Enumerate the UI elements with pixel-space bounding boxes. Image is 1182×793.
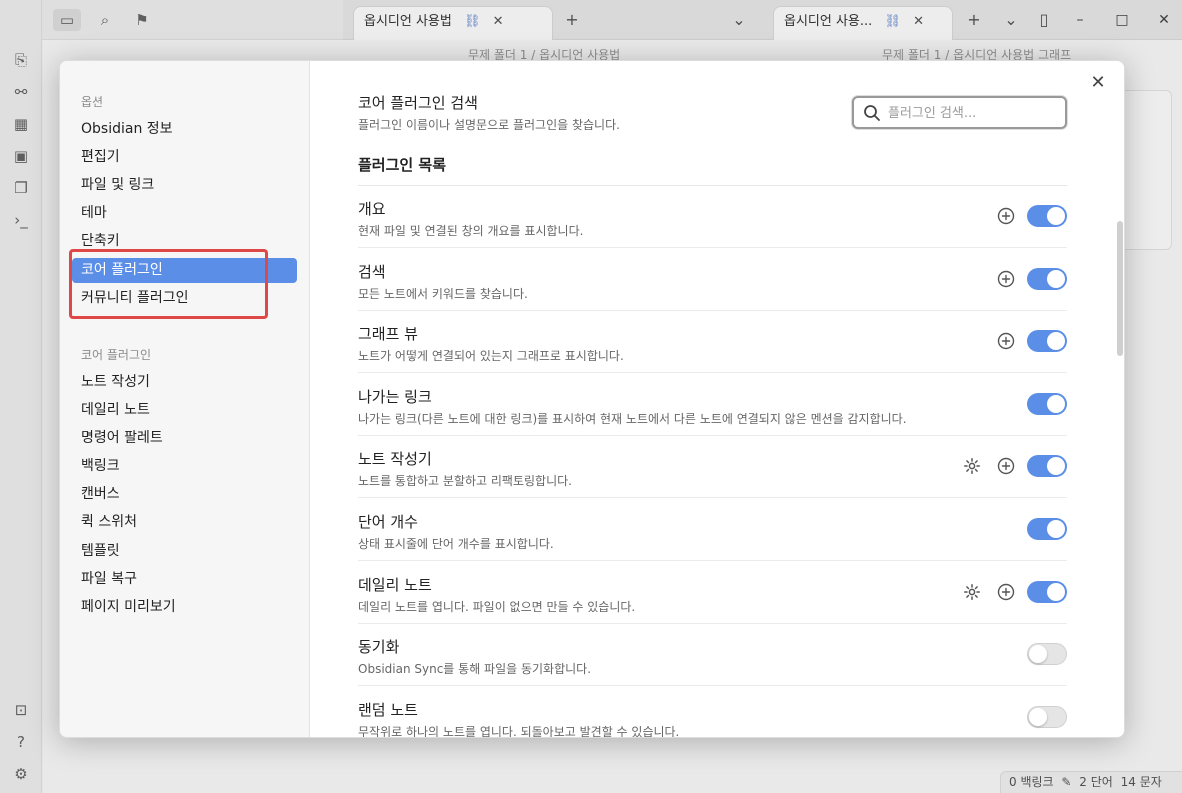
plugin-description: 현재 파일 및 연결된 창의 개요를 표시합니다. <box>358 224 584 238</box>
plugin-description: 노트가 어떻게 연결되어 있는지 그래프로 표시합니다. <box>358 349 624 363</box>
plugin-description: 상태 표시줄에 단어 개수를 표시합니다. <box>358 537 554 551</box>
sidebar-item-note-composer[interactable]: 노트 작성기 <box>72 370 297 395</box>
gear-icon[interactable] <box>963 583 981 601</box>
plugin-name: 개요 <box>358 200 386 218</box>
sidebar-item-about[interactable]: Obsidian 정보 <box>72 117 297 142</box>
plugin-name: 단어 개수 <box>358 513 418 531</box>
sidebar-item-appearance[interactable]: 테마 <box>72 201 297 226</box>
plugin-name: 그래프 뷰 <box>358 325 418 343</box>
plugin-row: 데일리 노트데일리 노트를 엽니다. 파일이 없으면 만들 수 있습니다. <box>358 562 1067 624</box>
plugin-toggle[interactable] <box>1027 393 1067 415</box>
plugin-toggle[interactable] <box>1027 518 1067 540</box>
plugin-toggle[interactable] <box>1027 643 1067 665</box>
plugin-search-input[interactable] <box>888 102 1058 124</box>
plugin-toggle[interactable] <box>1027 268 1067 290</box>
search-title: 코어 플러그인 검색 <box>358 94 478 112</box>
plus-circle-icon[interactable] <box>997 457 1015 475</box>
sidebar-item-page-preview[interactable]: 페이지 미리보기 <box>72 595 297 620</box>
plugin-row: 단어 개수상태 표시줄에 단어 개수를 표시합니다. <box>358 499 1067 561</box>
plus-circle-icon[interactable] <box>997 583 1015 601</box>
gear-icon[interactable] <box>963 457 981 475</box>
scrollbar[interactable] <box>1117 221 1123 356</box>
plugin-description: Obsidian Sync를 통해 파일을 동기화합니다. <box>358 662 592 676</box>
section-heading-core-plugins: 코어 플러그인 <box>81 348 152 362</box>
plus-circle-icon[interactable] <box>997 332 1015 350</box>
sidebar-item-backlinks[interactable]: 백링크 <box>72 454 297 479</box>
plugin-row: 개요현재 파일 및 연결된 창의 개요를 표시합니다. <box>358 186 1067 248</box>
sidebar-item-editor[interactable]: 편집기 <box>72 145 297 170</box>
search-description: 플러그인 이름이나 설명문으로 플러그인을 찾습니다. <box>358 118 620 132</box>
plugin-toggle[interactable] <box>1027 205 1067 227</box>
plugin-row: 그래프 뷰노트가 어떻게 연결되어 있는지 그래프로 표시합니다. <box>358 311 1067 373</box>
plugin-toggle[interactable] <box>1027 455 1067 477</box>
plugin-toggle[interactable] <box>1027 706 1067 728</box>
sidebar-item-templates[interactable]: 템플릿 <box>72 539 297 564</box>
plugin-row: 나가는 링크나가는 링크(다른 노트에 대한 링크)를 표시하여 현재 노트에서… <box>358 374 1067 436</box>
plugin-row: 동기화 Obsidian Sync를 통해 파일을 동기화합니다. <box>358 624 1067 686</box>
annotation-highlight-box <box>69 249 268 319</box>
plus-circle-icon[interactable] <box>997 207 1015 225</box>
plugin-search-box[interactable] <box>852 96 1067 129</box>
section-heading-options: 옵션 <box>81 95 104 109</box>
sidebar-item-file-recovery[interactable]: 파일 복구 <box>72 567 297 592</box>
close-icon[interactable]: ✕ <box>1086 71 1110 95</box>
plugin-name: 나가는 링크 <box>358 388 432 406</box>
plugin-toggle[interactable] <box>1027 581 1067 603</box>
sidebar-item-command-palette[interactable]: 명령어 팔레트 <box>72 426 297 451</box>
plugin-row: 노트 작성기노트를 통합하고 분할하고 리팩토링합니다. <box>358 436 1067 498</box>
plugin-list-heading: 플러그인 목록 <box>358 156 447 174</box>
plugin-row: 랜덤 노트무작위로 하나의 노트를 엽니다. 되돌아보고 발견할 수 있습니다. <box>358 687 1067 738</box>
sidebar-item-daily-notes[interactable]: 데일리 노트 <box>72 398 297 423</box>
settings-content: 코어 플러그인 검색 플러그인 이름이나 설명문으로 플러그인을 찾습니다. 플… <box>310 61 1124 738</box>
search-icon <box>864 105 880 121</box>
plugin-description: 모든 노트에서 키워드를 찾습니다. <box>358 287 528 301</box>
sidebar-item-quick-switcher[interactable]: 퀵 스위처 <box>72 510 297 535</box>
plugin-row: 검색모든 노트에서 키워드를 찾습니다. <box>358 249 1067 311</box>
sidebar-item-canvas[interactable]: 캔버스 <box>72 482 297 507</box>
plugin-name: 동기화 <box>358 638 400 656</box>
plugin-name: 랜덤 노트 <box>358 701 418 719</box>
settings-modal: 옵션 Obsidian 정보 편집기 파일 및 링크 테마 단축키 코어 플러그… <box>59 60 1125 738</box>
plugin-toggle[interactable] <box>1027 330 1067 352</box>
plugin-name: 노트 작성기 <box>358 450 432 468</box>
sidebar-item-files-links[interactable]: 파일 및 링크 <box>72 173 297 198</box>
plus-circle-icon[interactable] <box>997 270 1015 288</box>
plugin-name: 검색 <box>358 263 386 281</box>
plugin-description: 노트를 통합하고 분할하고 리팩토링합니다. <box>358 474 572 488</box>
plugin-description: 나가는 링크(다른 노트에 대한 링크)를 표시하여 현재 노트에서 다른 노트… <box>358 412 907 426</box>
plugin-description: 무작위로 하나의 노트를 엽니다. 되돌아보고 발견할 수 있습니다. <box>358 725 680 738</box>
plugin-description: 데일리 노트를 엽니다. 파일이 없으면 만들 수 있습니다. <box>358 600 636 614</box>
plugin-name: 데일리 노트 <box>358 576 432 594</box>
settings-sidebar: 옵션 Obsidian 정보 편집기 파일 및 링크 테마 단축키 코어 플러그… <box>60 61 310 737</box>
